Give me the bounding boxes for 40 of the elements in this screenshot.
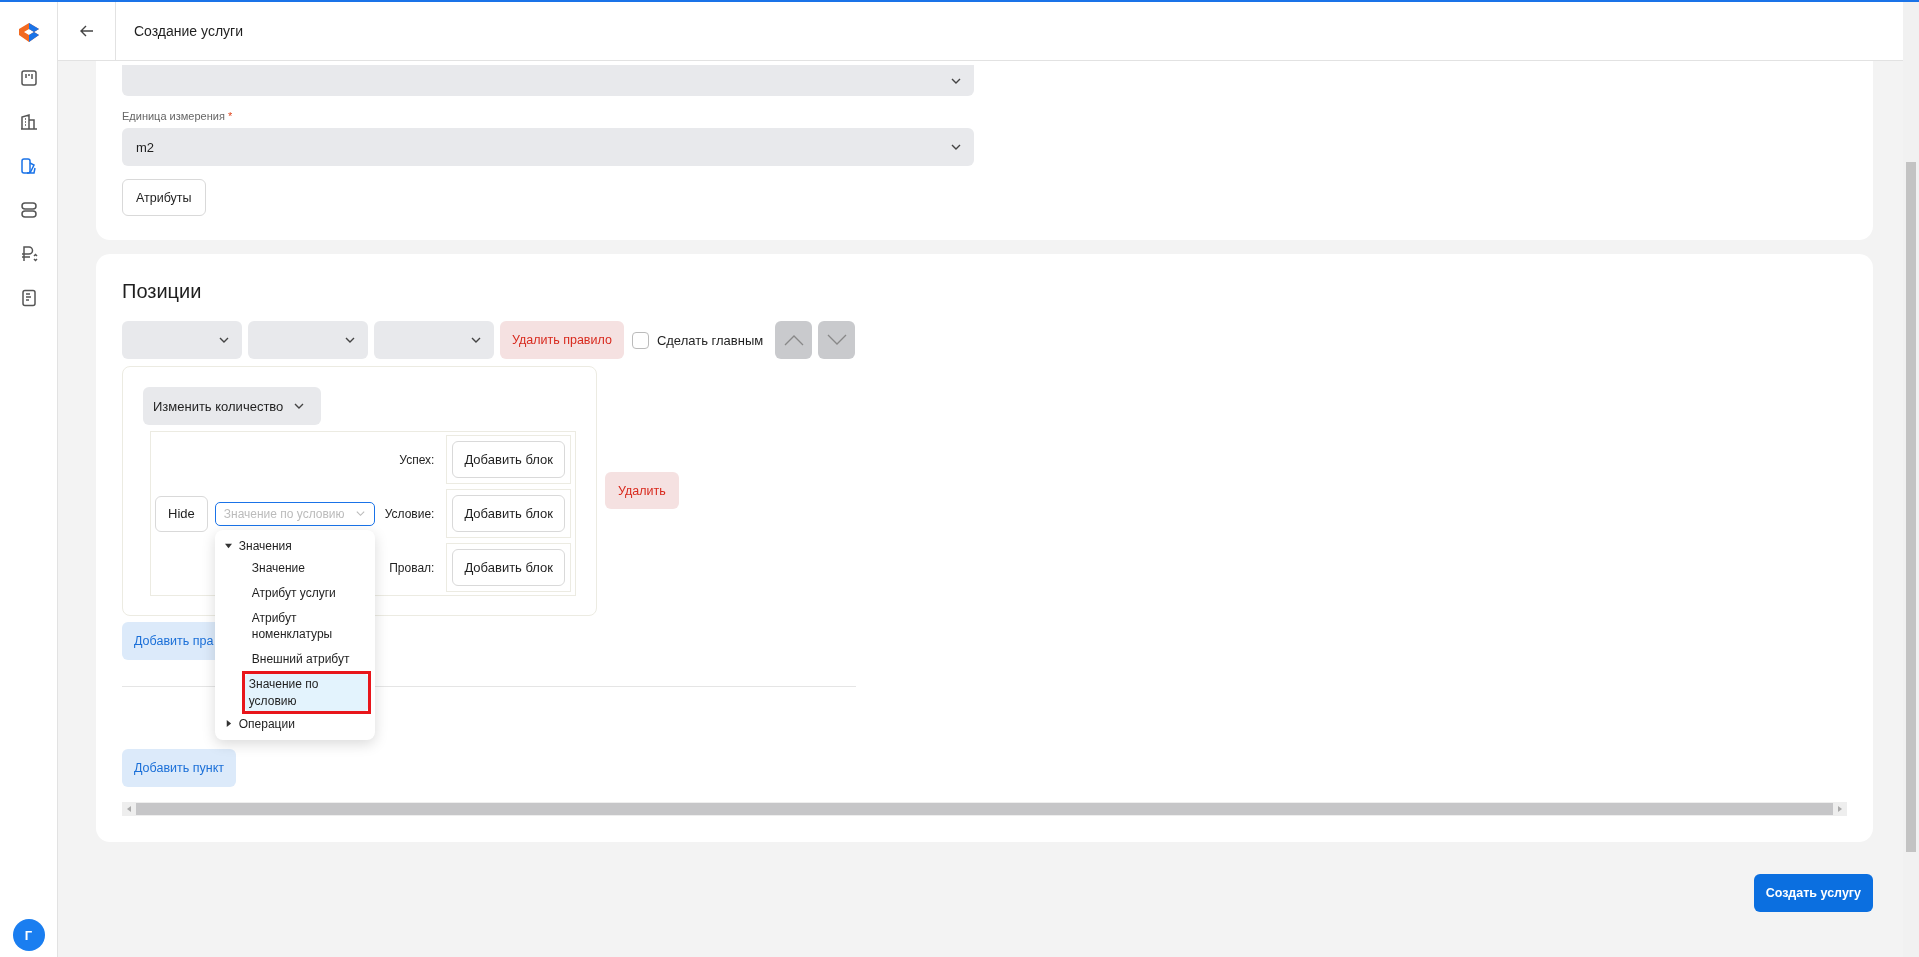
hide-button[interactable]: Hide <box>155 495 208 532</box>
add-block-button[interactable]: Добавить блок <box>452 441 565 478</box>
chevron-down-icon <box>354 508 366 519</box>
tree-group[interactable]: Операции <box>218 713 371 734</box>
menu-option[interactable]: Значение <box>247 557 356 578</box>
checkbox-label: Сделать главным <box>656 332 764 348</box>
create-service-button[interactable]: Создать услугу <box>1753 874 1873 912</box>
unit-select[interactable]: m2 <box>122 128 974 166</box>
horizontal-scrollbar[interactable] <box>122 802 1847 816</box>
branch-label: Условие: <box>384 506 435 521</box>
tree-group[interactable]: Значения <box>218 535 371 556</box>
back-arrow-icon <box>78 23 95 39</box>
select-field[interactable] <box>122 321 242 359</box>
action-select[interactable]: Изменить количество <box>143 387 321 425</box>
chevron-up-icon <box>783 334 804 346</box>
add-block-button[interactable]: Добавить блок <box>452 549 565 586</box>
add-block-button[interactable]: Добавить блок <box>452 495 565 532</box>
attributes-button[interactable]: Атрибуты <box>122 179 206 216</box>
move-down-button[interactable] <box>818 321 856 359</box>
scroll-left-icon[interactable] <box>126 806 132 812</box>
move-up-button[interactable] <box>775 321 813 359</box>
menu-option[interactable]: Значение по условию <box>244 674 368 711</box>
delete-rule-button[interactable]: Удалить правило <box>500 321 624 359</box>
select-field[interactable] <box>374 321 494 359</box>
delete-button[interactable]: Удалить <box>605 472 679 509</box>
add-item-button[interactable]: Добавить пункт <box>122 749 236 787</box>
user-avatar[interactable]: Г <box>12 919 45 951</box>
page-title: Создание услуги <box>134 23 243 39</box>
scroll-right-icon[interactable] <box>1837 806 1843 812</box>
menu-option[interactable]: Атрибут услуги <box>247 582 356 603</box>
branch-label: Провал: <box>389 560 435 575</box>
logo-icon[interactable] <box>16 21 41 45</box>
field-label: Единица измерения <box>122 110 225 122</box>
required-mark: * <box>227 110 233 122</box>
select-field[interactable] <box>122 65 974 96</box>
chevron-down-icon <box>826 334 847 346</box>
checkbox[interactable] <box>631 331 649 349</box>
select-field[interactable] <box>248 321 368 359</box>
branch-label: Успех: <box>399 452 435 467</box>
section-title: Позиции <box>122 280 203 303</box>
